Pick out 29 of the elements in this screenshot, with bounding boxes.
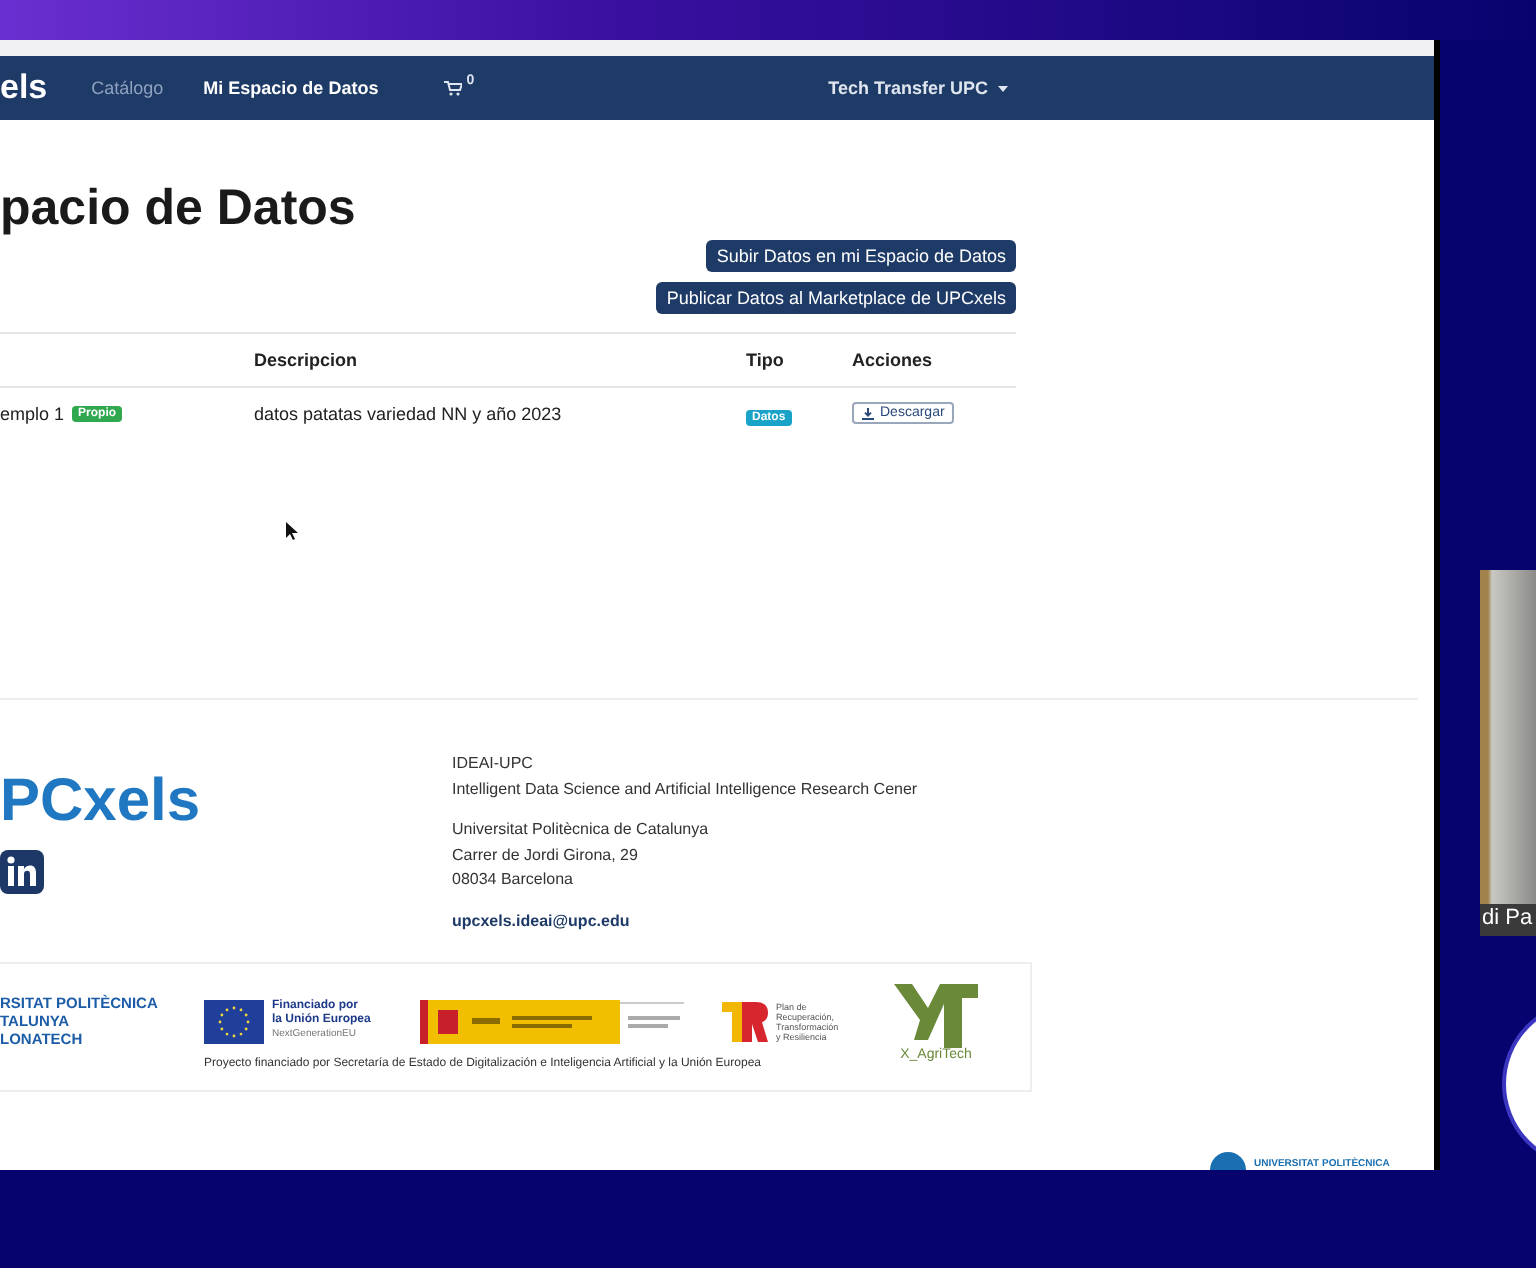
address-line: 08034 Barcelona <box>452 868 575 892</box>
cart-icon[interactable] <box>444 80 463 96</box>
table-cell-text: datos patatas variedad NN y año 2023 <box>254 403 564 423</box>
footer-logo: PCxels <box>0 772 203 832</box>
nav-link[interactable]: Catálogo <box>91 78 164 98</box>
action-button[interactable]: Publicar Datos al Marketplace de UPCxels <box>656 282 1016 314</box>
brand-logo[interactable]: els <box>0 68 48 108</box>
address-line: Carrer de Jordi Girona, 29 <box>452 843 640 867</box>
participant-name: di Pa <box>1480 904 1536 936</box>
caret-icon[interactable] <box>997 86 1008 92</box>
org-name: IDEAI-UPC <box>452 752 535 776</box>
user-menu[interactable]: Tech Transfer UPC <box>828 78 988 98</box>
mouse-cursor-icon <box>286 522 298 540</box>
page-title: pacio de Datos <box>0 180 358 238</box>
column-header: Tipo <box>746 350 786 370</box>
table-cell: emplo 1 <box>0 403 65 423</box>
university-seal-icon <box>1210 1150 1246 1170</box>
action-button[interactable]: Subir Datos en mi Espacio de Datos <box>706 240 1016 272</box>
column-header: Descripcion <box>254 350 360 370</box>
linkedin-icon[interactable] <box>0 850 44 894</box>
address-line: Universitat Politècnica de Catalunya <box>452 818 711 842</box>
column-header: Acciones <box>852 350 935 370</box>
eu-flag-icon <box>204 999 264 1043</box>
org-full-name: Intelligent Data Science and Artificial Intelligence Research Cener <box>452 777 918 802</box>
email-link[interactable]: upcxels.ideai@upc.edu <box>452 909 918 934</box>
nav-link[interactable]: Mi Espacio de Datos <box>203 78 379 98</box>
agritech-logo-icon <box>890 980 982 1048</box>
download-icon <box>862 407 874 419</box>
recovery-plan-logo-icon <box>718 997 770 1045</box>
